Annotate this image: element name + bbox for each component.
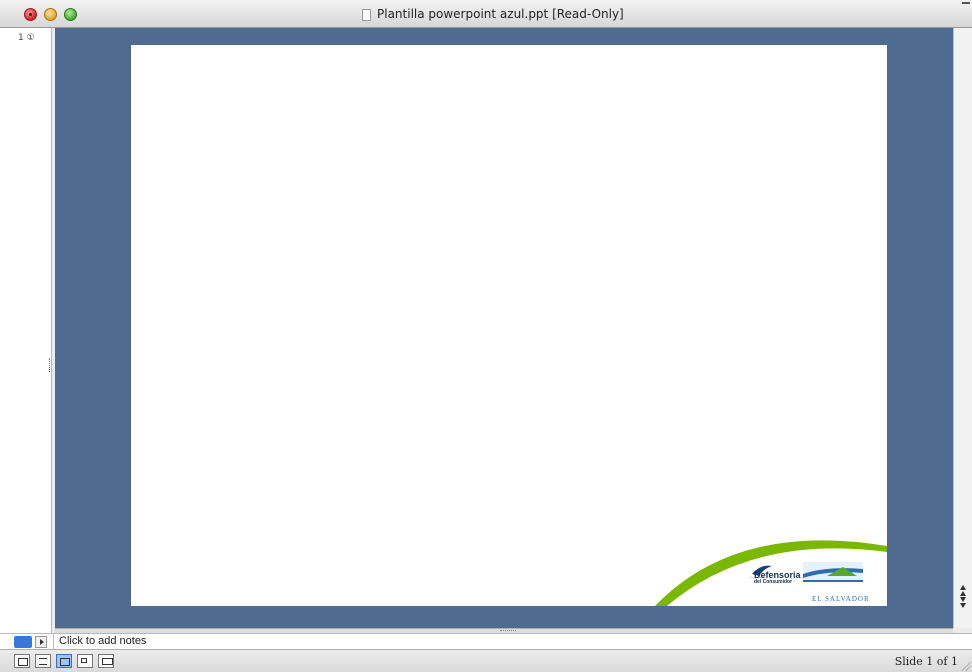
- splitter-grip[interactable]: [500, 630, 516, 632]
- slide-view-button[interactable]: [56, 654, 72, 668]
- slide-counter: Slide 1 of 1: [894, 655, 958, 668]
- defensoria-logo-text: Defensoria del Consumidor: [754, 571, 801, 586]
- slide-canvas[interactable]: Defensoria del Consumidor EL SALVADOR: [131, 45, 887, 606]
- minimize-window-button[interactable]: [44, 8, 57, 21]
- outline-view-button[interactable]: [35, 654, 51, 668]
- window-resize-grip[interactable]: [961, 661, 971, 671]
- el-salvador-flag-logo-icon: [803, 562, 863, 582]
- el-salvador-logo-text: EL SALVADOR: [812, 595, 870, 603]
- close-window-button[interactable]: [24, 8, 37, 21]
- slide-editing-area[interactable]: Defensoria del Consumidor EL SALVADOR: [55, 28, 953, 628]
- scroll-down-icon[interactable]: [960, 603, 966, 608]
- powerpoint-window: Plantilla powerpoint azul.ppt [Read-Only…: [0, 0, 972, 672]
- scroll-up-icon[interactable]: [960, 585, 966, 590]
- slide-sorter-view-button[interactable]: [77, 654, 93, 668]
- window-title: Plantilla powerpoint azul.ppt [Read-Only…: [377, 7, 624, 21]
- notes-toggle-icon[interactable]: [14, 636, 32, 648]
- pane-resize-handle[interactable]: [49, 358, 51, 372]
- document-proxy-icon[interactable]: [362, 9, 371, 21]
- slide-thumbnails-pane[interactable]: 1 ①: [0, 28, 52, 633]
- scroll-up-icon[interactable]: [960, 591, 966, 596]
- notes-expand-button[interactable]: [35, 636, 47, 648]
- notes-input[interactable]: Click to add notes: [53, 634, 972, 649]
- vertical-scrollbar[interactable]: [953, 28, 972, 628]
- toolbar-toggle-button[interactable]: [962, 2, 970, 8]
- slide-thumbnail-number[interactable]: 1 ①: [18, 33, 35, 43]
- zoom-window-button[interactable]: [64, 8, 77, 21]
- title-bar[interactable]: Plantilla powerpoint azul.ppt [Read-Only…: [0, 0, 972, 28]
- scroll-arrows[interactable]: [957, 584, 969, 608]
- normal-view-button[interactable]: [14, 654, 30, 668]
- notes-pane: Click to add notes: [0, 633, 972, 649]
- scroll-down-icon[interactable]: [960, 597, 966, 602]
- status-bar: Slide 1 of 1: [0, 649, 972, 672]
- slide-show-button[interactable]: [98, 654, 114, 668]
